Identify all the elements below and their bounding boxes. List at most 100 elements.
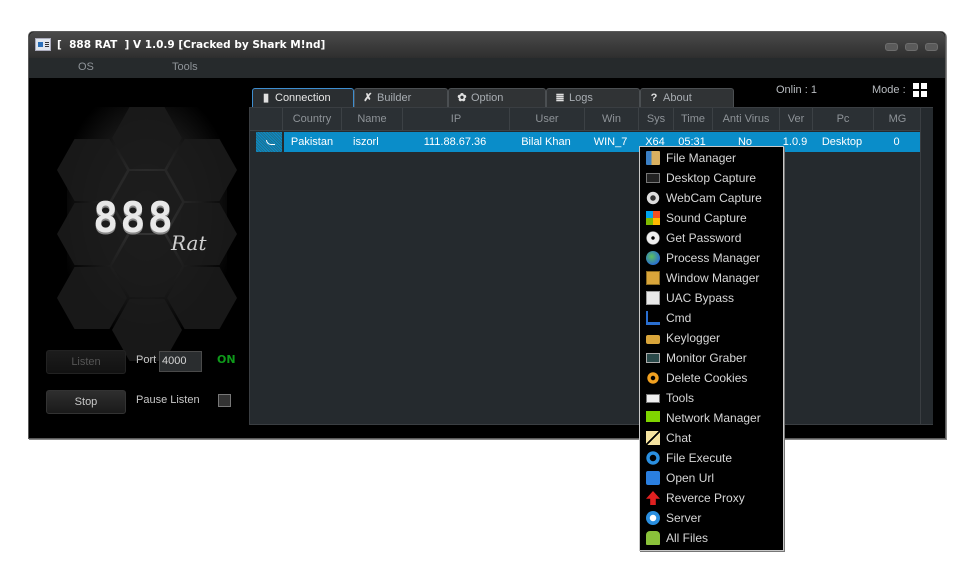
cell-mg: 0 [893,136,900,148]
menu-tools[interactable]: Tools [172,61,198,73]
blue-b-icon [646,471,660,485]
context-menu-item-monitor-graber[interactable]: Monitor Graber [640,348,783,368]
eye-icon [646,371,660,385]
port-input[interactable]: 4000 [159,351,202,372]
context-menu-item-reverce-proxy[interactable]: Reverce Proxy [640,488,783,508]
context-menu-item-sound-capture[interactable]: Sound Capture [640,208,783,228]
context-menu-label: File Manager [666,151,737,165]
globe-icon [646,251,660,265]
context-menu-item-process-manager[interactable]: Process Manager [640,248,783,268]
cell-ip: 111.88.67.36 [423,136,487,148]
context-menu-item-tools[interactable]: Tools [640,388,783,408]
cell-name: iszorl [353,136,379,148]
tab-label: Connection [275,92,331,104]
column-header[interactable]: IP [402,108,509,130]
context-menu-item-keylogger[interactable]: Keylogger [640,328,783,348]
close-button[interactable] [925,43,938,51]
context-menu-label: Get Password [666,231,742,245]
vertical-scrollbar[interactable] [920,108,933,424]
column-header[interactable]: MG [873,108,921,130]
context-menu-label: Reverce Proxy [666,491,745,505]
context-menu-item-server[interactable]: Server [640,508,783,528]
window-title: [ 888 RAT ] V 1.0.9 [Cracked by Shark M!… [57,39,326,51]
context-menu-item-network-manager[interactable]: Network Manager [640,408,783,428]
stop-button[interactable]: Stop [46,390,126,414]
context-menu-item-webcam-capture[interactable]: WebCam Capture [640,188,783,208]
minimize-button[interactable] [885,43,898,51]
column-header[interactable]: Win [584,108,638,130]
cell-pc: Desktop [821,136,863,148]
context-menu-label: Monitor Graber [666,351,747,365]
row-selector[interactable] [256,132,282,152]
column-header[interactable]: Ver [779,108,812,130]
tab-option[interactable]: ✿ Option [448,88,546,107]
context-menu-item-open-url[interactable]: Open Url [640,468,783,488]
tab-builder[interactable]: ✗ Builder [354,88,448,107]
uac-icon [646,291,660,305]
cell-win: WIN_7 [593,136,628,148]
column-header[interactable]: Time [673,108,712,130]
context-menu-label: Delete Cookies [666,371,748,385]
column-header[interactable]: Name [341,108,402,130]
android-icon [646,531,660,545]
document-icon [646,271,660,285]
context-menu-item-chat[interactable]: Chat [640,428,783,448]
disc-icon [646,231,660,245]
listen-button[interactable]: Listen [46,350,126,374]
context-menu-label: Chat [666,431,692,445]
lock-icon [646,335,660,344]
context-menu-item-delete-cookies[interactable]: Delete Cookies [640,368,783,388]
column-header[interactable]: Sys [638,108,673,130]
cell-country: Pakistan [290,136,334,148]
tab-label: Logs [569,92,593,104]
main-window: [ 888 RAT ] V 1.0.9 [Cracked by Shark M!… [28,31,946,439]
column-header[interactable]: Country [282,108,341,130]
pause-listen-label: Pause Listen [136,394,200,406]
title-bar[interactable]: [ 888 RAT ] V 1.0.9 [Cracked by Shark M!… [29,32,945,58]
context-menu-item-file-manager[interactable]: File Manager [640,148,783,168]
context-menu-item-cmd[interactable]: Cmd [640,308,783,328]
gear-icon: ✿ [457,92,467,104]
green-monitor-icon [646,411,660,422]
context-menu-item-desktop-capture[interactable]: Desktop Capture [640,168,783,188]
context-menu-item-all-files[interactable]: All Files [640,528,783,548]
logo-subtext: Rat [171,231,207,255]
context-menu-label: File Execute [666,451,733,465]
table-header: Country Name IP User Win Sys Time Anti V… [250,108,920,131]
column-header[interactable]: Pc [812,108,873,130]
context-menu-item-uac-bypass[interactable]: UAC Bypass [640,288,783,308]
context-menu-label: WebCam Capture [666,191,762,205]
windows-icon[interactable] [913,83,927,97]
mode-label: Mode : [872,84,906,96]
tab-connection[interactable]: ▮ Connection [252,88,354,107]
context-menu-label: Desktop Capture [666,171,757,185]
connections-table: Country Name IP User Win Sys Time Anti V… [249,107,933,425]
context-menu-label: Server [666,511,702,525]
tab-about[interactable]: ? About [640,88,734,107]
context-menu-label: Window Manager [666,271,760,285]
webcam-icon [646,191,660,205]
context-menu-item-file-execute[interactable]: File Execute [640,448,783,468]
logo: 888 Rat [57,107,237,361]
tab-label: Option [471,92,504,104]
tab-logs[interactable]: ≣ Logs [546,88,640,107]
context-menu: File Manager Desktop Capture WebCam Captur… [639,146,784,551]
context-menu-label: Process Manager [666,251,761,265]
maximize-button[interactable] [905,43,918,51]
online-count: Onlin : 1 [776,84,817,96]
table-row[interactable]: Pakistan iszorl 111.88.67.36 Bilal Khan … [284,132,920,152]
windows-flag-icon [646,211,660,225]
menu-os[interactable]: OS [78,61,94,73]
context-menu-item-get-password[interactable]: Get Password [640,228,783,248]
context-menu-label: UAC Bypass [666,291,735,305]
column-header[interactable]: Anti Virus [712,108,779,130]
folder-icon [646,151,660,165]
context-menu-label: Open Url [666,471,715,485]
context-menu-item-window-manager[interactable]: Window Manager [640,268,783,288]
pause-listen-checkbox[interactable] [218,394,231,407]
power-icon [646,511,660,525]
menu-bar: OS Tools [29,58,945,78]
column-header[interactable]: User [509,108,584,130]
plug-icon: ▮ [262,92,270,104]
refresh-icon [646,451,660,465]
